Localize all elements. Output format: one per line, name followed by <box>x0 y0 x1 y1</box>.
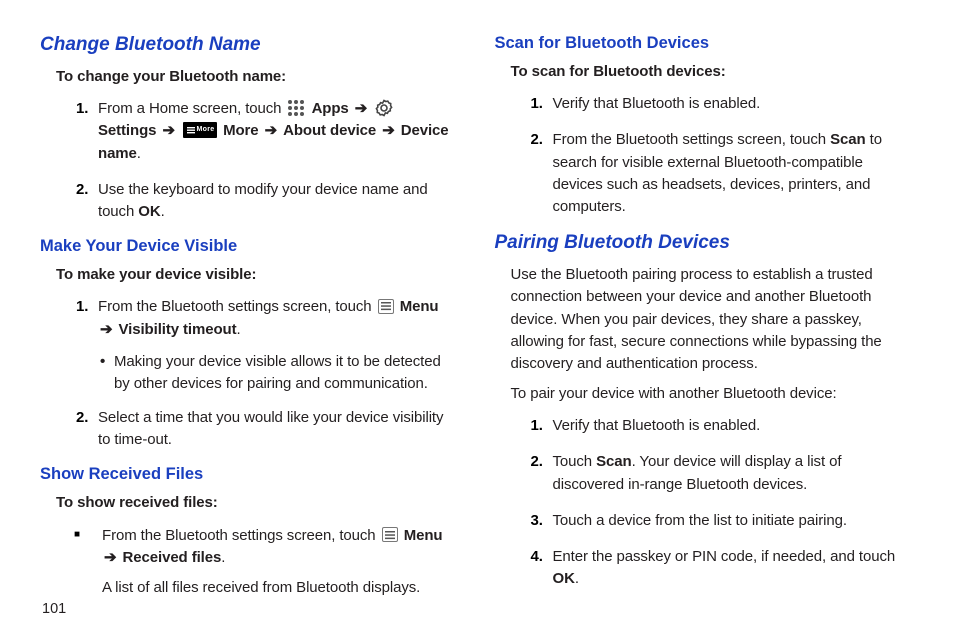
step-number: 2. <box>76 407 98 429</box>
more-icon: More <box>183 122 217 138</box>
step-1: 1. Verify that Bluetooth is enabled. <box>531 415 912 437</box>
apps-label: Apps <box>312 100 349 117</box>
step-text: From the Bluetooth settings screen, touc… <box>98 298 376 315</box>
arrow-icon: ➔ <box>98 321 114 338</box>
ok-label: OK <box>138 203 160 220</box>
intro-text: To make your device visible: <box>56 264 457 286</box>
step-number: 1. <box>76 98 98 120</box>
steps-list: 1. From the Bluetooth settings screen, t… <box>50 296 465 340</box>
steps-list: 1. Verify that Bluetooth is enabled. 2. … <box>505 415 920 590</box>
steps-list: 2. Select a time that you would like you… <box>50 407 465 451</box>
step-number: 1. <box>531 415 553 437</box>
more-label: More <box>223 122 258 139</box>
step-number: 4. <box>531 546 553 568</box>
step-text: From a Home screen, touch <box>98 100 285 117</box>
menu-icon <box>378 299 394 314</box>
step-text: Select a time that you would like your d… <box>98 407 457 451</box>
square-bullet-icon: ■ <box>74 525 102 545</box>
ok-label: OK <box>553 570 575 587</box>
apps-icon <box>287 99 305 117</box>
visibility-timeout-label: Visibility timeout <box>119 321 237 338</box>
step-1: 1. From the Bluetooth settings screen, t… <box>76 296 457 340</box>
step-1: 1. From a Home screen, touch Apps ➔ Sett… <box>76 98 457 165</box>
arrow-icon: ➔ <box>380 122 396 139</box>
paragraph: To pair your device with another Bluetoo… <box>511 383 912 405</box>
step-number: 3. <box>531 510 553 532</box>
paragraph: Use the Bluetooth pairing process to est… <box>511 264 912 375</box>
page-number: 101 <box>42 601 66 617</box>
heading-pairing-bluetooth-devices: Pairing Bluetooth Devices <box>495 232 920 254</box>
heading-scan-for-devices: Scan for Bluetooth Devices <box>495 34 920 53</box>
step-number: 1. <box>76 296 98 318</box>
intro-text: To show received files: <box>56 492 457 514</box>
intro-text: To scan for Bluetooth devices: <box>511 61 912 83</box>
step-text: From the Bluetooth settings screen, touc… <box>553 131 831 148</box>
menu-label: Menu <box>400 298 439 315</box>
step-number: 2. <box>531 129 553 151</box>
step-number: 2. <box>531 451 553 473</box>
step-2: 2. Touch Scan. Your device will display … <box>531 451 912 495</box>
bullet-item: • Making your device visible allows it t… <box>100 351 457 395</box>
scan-label: Scan <box>596 453 631 470</box>
step-text: Touch a device from the list to initiate… <box>553 510 912 532</box>
arrow-icon: ➔ <box>102 549 118 566</box>
step-number: 2. <box>76 179 98 201</box>
settings-label: Settings <box>98 122 156 139</box>
steps-list: 1. From a Home screen, touch Apps ➔ Sett… <box>50 98 465 223</box>
step-text: Verify that Bluetooth is enabled. <box>553 415 912 437</box>
step-4: 4. Enter the passkey or PIN code, if nee… <box>531 546 912 590</box>
heading-show-received-files: Show Received Files <box>40 465 465 484</box>
arrow-icon: ➔ <box>353 100 369 117</box>
steps-list: 1. Verify that Bluetooth is enabled. 2. … <box>505 93 920 218</box>
manual-page: Change Bluetooth Name To change your Blu… <box>0 0 954 627</box>
left-column: Change Bluetooth Name To change your Blu… <box>50 30 465 607</box>
sub-paragraph: A list of all files received from Blueto… <box>102 577 457 599</box>
square-item: ■ From the Bluetooth settings screen, to… <box>74 525 457 569</box>
heading-change-bluetooth-name: Change Bluetooth Name <box>40 34 465 56</box>
step-2: 2. Use the keyboard to modify your devic… <box>76 179 457 223</box>
arrow-icon: ➔ <box>160 122 176 139</box>
bullet-text: Making your device visible allows it to … <box>114 351 457 395</box>
about-device-label: About device <box>283 122 376 139</box>
step-1: 1. Verify that Bluetooth is enabled. <box>531 93 912 115</box>
right-column: Scan for Bluetooth Devices To scan for B… <box>505 30 920 607</box>
step-2: 2. Select a time that you would like you… <box>76 407 457 451</box>
menu-label: Menu <box>404 527 443 544</box>
step-number: 1. <box>531 93 553 115</box>
step-text: Enter the passkey or PIN code, if needed… <box>553 548 896 565</box>
square-list: ■ From the Bluetooth settings screen, to… <box>50 525 465 569</box>
step-text: Touch <box>553 453 597 470</box>
menu-icon <box>382 527 398 542</box>
bullet-dot: • <box>100 351 114 373</box>
step-2: 2. From the Bluetooth settings screen, t… <box>531 129 912 218</box>
step-text: Verify that Bluetooth is enabled. <box>553 93 912 115</box>
received-files-label: Received files <box>123 549 222 566</box>
heading-make-device-visible: Make Your Device Visible <box>40 237 465 256</box>
step-3: 3. Touch a device from the list to initi… <box>531 510 912 532</box>
scan-label: Scan <box>830 131 865 148</box>
intro-text: To change your Bluetooth name: <box>56 66 457 88</box>
arrow-icon: ➔ <box>263 122 279 139</box>
settings-icon <box>375 99 393 117</box>
step-text: From the Bluetooth settings screen, touc… <box>102 527 380 544</box>
